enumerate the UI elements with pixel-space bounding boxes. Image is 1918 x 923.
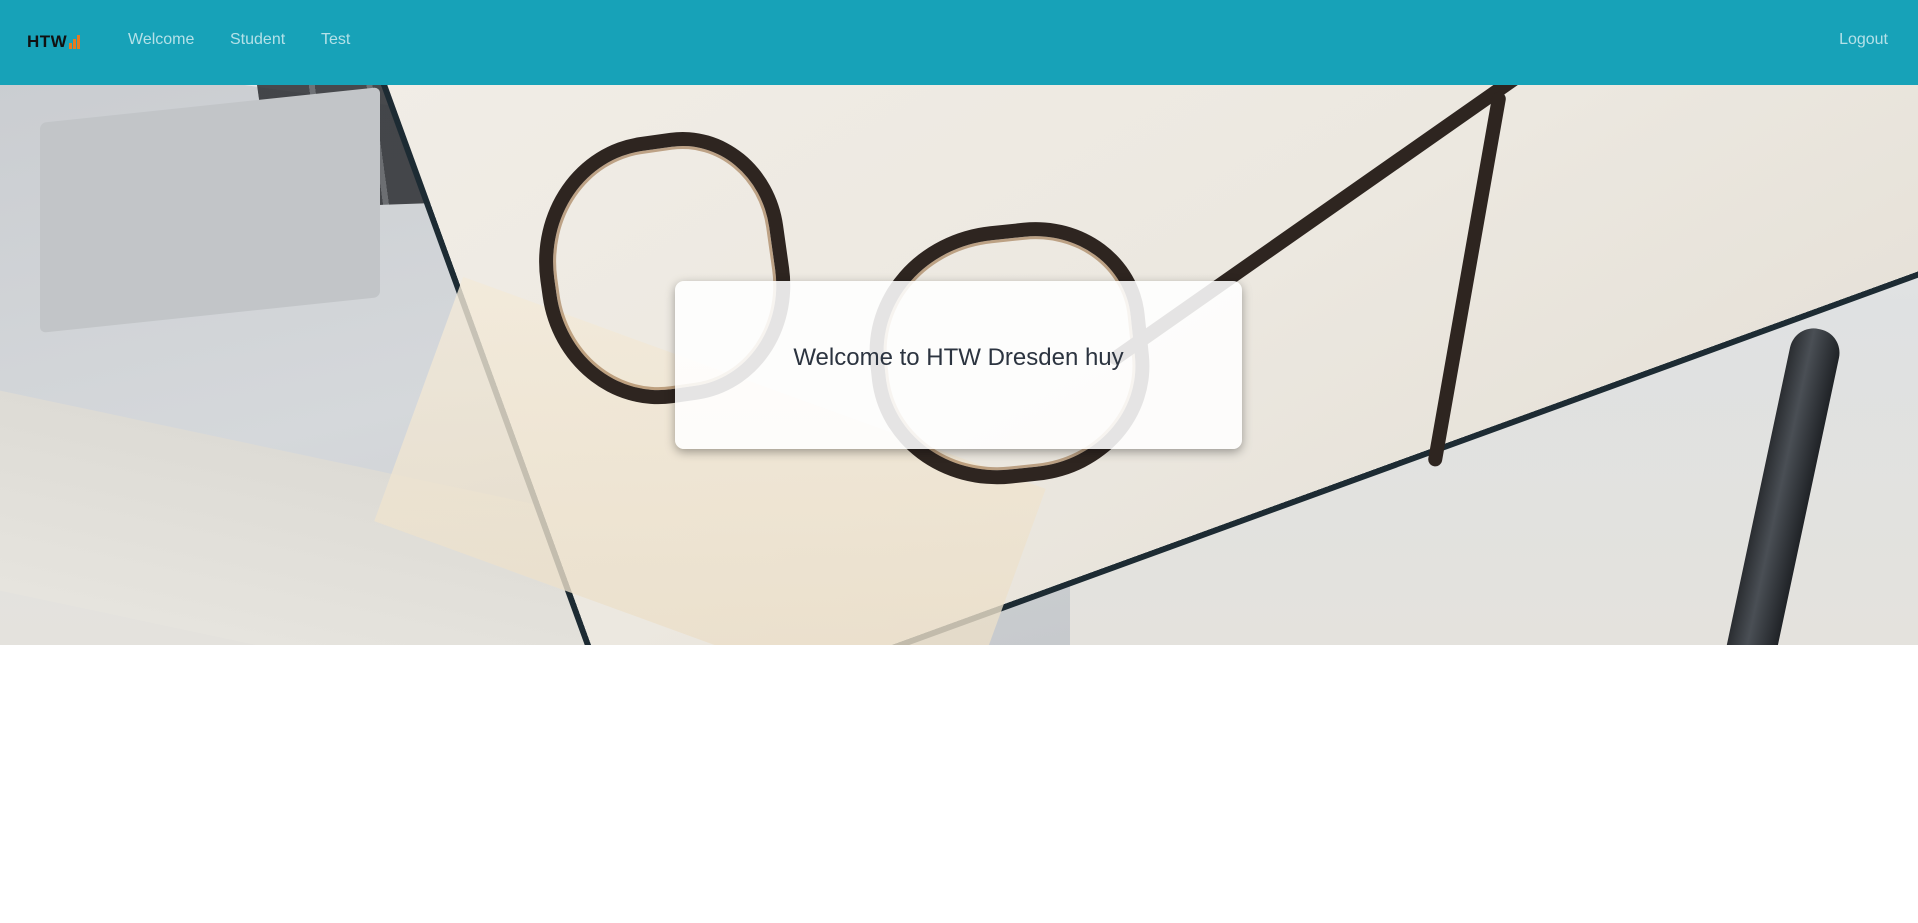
hero-image-trackpad [40,87,380,333]
welcome-card: Welcome to HTW Dresden huy [675,281,1242,449]
nav-link-welcome[interactable]: Welcome [128,31,194,49]
welcome-message: Welcome to HTW Dresden huy [793,343,1124,371]
logout-link[interactable]: Logout [1839,31,1888,49]
hero-image-pen [1716,323,1844,645]
brand-text: HTW [27,32,68,51]
nav-link-test[interactable]: Test [321,31,350,49]
top-navbar: HTW Welcome Student Test Logout [0,0,1918,85]
nav-link-student[interactable]: Student [230,31,285,49]
brand-mark-icon [69,35,81,49]
brand-logo[interactable]: HTW [27,31,81,53]
